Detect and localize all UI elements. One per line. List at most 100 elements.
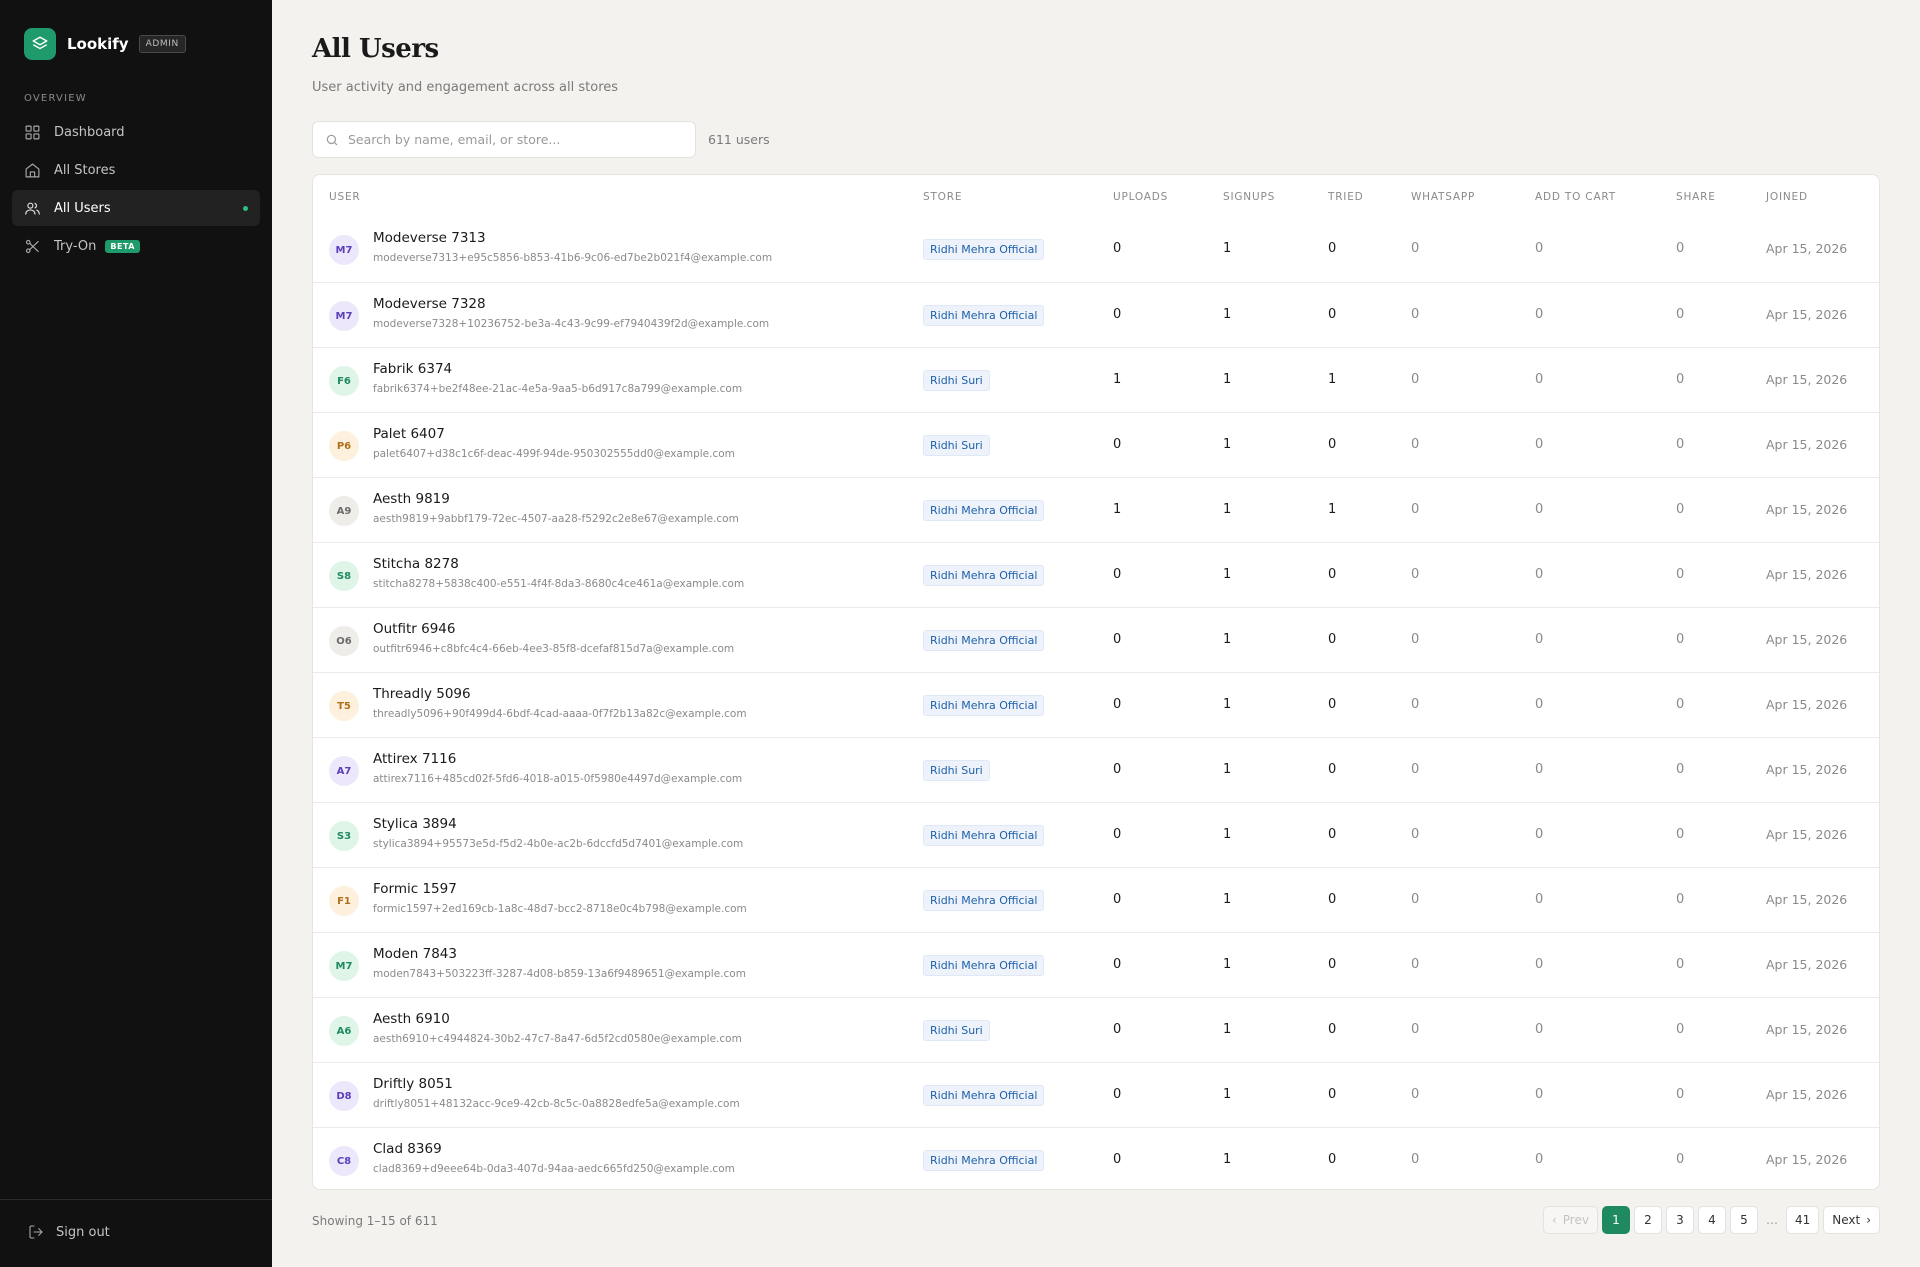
page-button-4[interactable]: 4 (1697, 1206, 1726, 1234)
cell-signups: 1 (1223, 957, 1232, 972)
table-row[interactable]: C8 Clad 8369 clad8369+d9eee64b-0da3-407d-9… (313, 1127, 1879, 1189)
store-badge[interactable]: Ridhi Mehra Official (923, 630, 1045, 651)
user-name: Palet 6407 (373, 426, 445, 442)
table-row[interactable]: F1 Formic 1597 formic1597+2ed169cb-1a8c-48… (313, 867, 1879, 932)
cell-uploads: 0 (1113, 567, 1122, 582)
store-badge[interactable]: Ridhi Suri (923, 1020, 990, 1041)
column-header-user[interactable]: USER (329, 191, 360, 203)
cell-joined: Apr 15, 2026 (1766, 1152, 1848, 1167)
cell-tried: 0 (1328, 892, 1337, 907)
page-button-3[interactable]: 3 (1665, 1206, 1694, 1234)
table-row[interactable]: D8 Driftly 8051 driftly8051+48132acc-9ce9-… (313, 1062, 1879, 1127)
cell-add-to-cart: 0 (1535, 307, 1544, 322)
cell-uploads: 0 (1113, 762, 1122, 777)
next-page-button[interactable]: Next › (1823, 1206, 1880, 1234)
active-indicator-dot (243, 206, 248, 211)
avatar: A6 (329, 1016, 359, 1046)
column-header-tried[interactable]: TRIED (1328, 191, 1364, 203)
store-badge[interactable]: Ridhi Mehra Official (923, 239, 1045, 260)
avatar: F6 (329, 366, 359, 396)
page-button-1[interactable]: 1 (1601, 1206, 1630, 1234)
cell-joined: Apr 15, 2026 (1766, 762, 1848, 777)
avatar: A9 (329, 496, 359, 526)
cell-add-to-cart: 0 (1535, 1087, 1544, 1102)
store-badge[interactable]: Ridhi Mehra Official (923, 305, 1045, 326)
table-row[interactable]: F6 Fabrik 6374 fabrik6374+be2f48ee-21ac-4e… (313, 347, 1879, 412)
cell-uploads: 0 (1113, 307, 1122, 322)
pagination-summary: Showing 1–15 of 611 (312, 1214, 438, 1228)
table-row[interactable]: P6 Palet 6407 palet6407+d38c1c6f-deac-499f… (313, 412, 1879, 477)
cell-whatsapp: 0 (1411, 437, 1420, 452)
cell-whatsapp: 0 (1411, 697, 1420, 712)
user-email: aesth9819+9abbf179-72ec-4507-aa28-f5292c… (373, 513, 739, 525)
user-email: outfitr6946+c8bfc4c4-66eb-4ee3-85f8-dcef… (373, 643, 735, 655)
table-row[interactable]: A9 Aesth 9819 aesth9819+9abbf179-72ec-4507… (313, 477, 1879, 542)
store-badge[interactable]: Ridhi Mehra Official (923, 825, 1045, 846)
column-header-joined[interactable]: JOINED (1766, 191, 1808, 203)
cell-joined: Apr 15, 2026 (1766, 437, 1848, 452)
table-row[interactable]: A6 Aesth 6910 aesth6910+c4944824-30b2-47c7… (313, 997, 1879, 1062)
search-box[interactable] (312, 121, 696, 158)
store-badge[interactable]: Ridhi Mehra Official (923, 955, 1045, 976)
store-badge[interactable]: Ridhi Suri (923, 370, 990, 391)
brand[interactable]: Lookify ADMIN (24, 28, 186, 60)
sidebar-item-all-users[interactable]: All Users (12, 190, 260, 226)
prev-page-button[interactable]: ‹ Prev (1542, 1206, 1598, 1234)
user-email: aesth6910+c4944824-30b2-47c7-8a47-6d5f2c… (373, 1033, 742, 1045)
store-badge[interactable]: Ridhi Mehra Official (923, 695, 1045, 716)
cell-add-to-cart: 0 (1535, 892, 1544, 907)
user-email: palet6407+d38c1c6f-deac-499f-94de-950302… (373, 448, 735, 460)
column-header-signups[interactable]: SIGNUPS (1223, 191, 1275, 203)
column-header-uploads[interactable]: UPLOADS (1113, 191, 1168, 203)
sidebar-item-try-on[interactable]: Try-On BETA (12, 228, 260, 264)
search-input[interactable] (348, 132, 688, 147)
user-email: fabrik6374+be2f48ee-21ac-4e5a-9aa5-b6d91… (373, 383, 743, 395)
store-icon (25, 163, 40, 177)
sidebar-item-all-stores[interactable]: All Stores (12, 152, 260, 188)
user-name: Clad 8369 (373, 1141, 442, 1157)
users-icon (25, 202, 40, 215)
page-button-5[interactable]: 5 (1729, 1206, 1758, 1234)
table-row[interactable]: M7 Modeverse 7313 modeverse7313+e95c5856-b… (313, 217, 1879, 282)
store-badge[interactable]: Ridhi Mehra Official (923, 890, 1045, 911)
pagination: ‹ Prev 1 2 3 4 5 … 41 Next › (1539, 1206, 1880, 1234)
store-badge[interactable]: Ridhi Mehra Official (923, 1150, 1045, 1171)
cell-add-to-cart: 0 (1535, 1022, 1544, 1037)
column-header-add-to-cart[interactable]: ADD TO CART (1535, 191, 1616, 203)
user-name: Stitcha 8278 (373, 556, 459, 572)
cell-share: 0 (1676, 697, 1685, 712)
page-button-2[interactable]: 2 (1633, 1206, 1662, 1234)
table-row[interactable]: T5 Threadly 5096 threadly5096+90f499d4-6bd… (313, 672, 1879, 737)
store-badge[interactable]: Ridhi Mehra Official (923, 1085, 1045, 1106)
table-row[interactable]: M7 Modeverse 7328 modeverse7328+10236752-b… (313, 282, 1879, 347)
sign-out-button[interactable]: Sign out (28, 1224, 110, 1240)
cell-joined: Apr 15, 2026 (1766, 241, 1848, 256)
store-badge[interactable]: Ridhi Suri (923, 435, 990, 456)
cell-tried: 0 (1328, 567, 1337, 582)
cell-joined: Apr 15, 2026 (1766, 697, 1848, 712)
table-row[interactable]: O6 Outfitr 6946 outfitr6946+c8bfc4c4-66eb-… (313, 607, 1879, 672)
page-button-last[interactable]: 41 (1785, 1206, 1820, 1234)
cell-whatsapp: 0 (1411, 241, 1420, 256)
cell-share: 0 (1676, 632, 1685, 647)
avatar: O6 (329, 626, 359, 656)
table-row[interactable]: M7 Moden 7843 moden7843+503223ff-3287-4d08… (313, 932, 1879, 997)
cell-add-to-cart: 0 (1535, 372, 1544, 387)
brand-name: Lookify (67, 35, 129, 53)
cell-uploads: 0 (1113, 957, 1122, 972)
store-badge[interactable]: Ridhi Suri (923, 760, 990, 781)
cell-share: 0 (1676, 372, 1685, 387)
table-header: USER STORE UPLOADS SIGNUPS TRIED WHATSAP… (313, 175, 1879, 217)
store-badge[interactable]: Ridhi Mehra Official (923, 565, 1045, 586)
column-header-store[interactable]: STORE (923, 191, 962, 203)
user-name: Fabrik 6374 (373, 361, 453, 377)
sidebar-item-dashboard[interactable]: Dashboard (12, 114, 260, 150)
cell-share: 0 (1676, 567, 1685, 582)
store-badge[interactable]: Ridhi Mehra Official (923, 500, 1045, 521)
beta-badge: BETA (105, 239, 140, 253)
table-row[interactable]: S8 Stitcha 8278 stitcha8278+5838c400-e551-… (313, 542, 1879, 607)
column-header-whatsapp[interactable]: WHATSAPP (1411, 191, 1475, 203)
table-row[interactable]: S3 Stylica 3894 stylica3894+95573e5d-f5d2-… (313, 802, 1879, 867)
table-row[interactable]: A7 Attirex 7116 attirex7116+485cd02f-5fd6-… (313, 737, 1879, 802)
column-header-share[interactable]: SHARE (1676, 191, 1716, 203)
